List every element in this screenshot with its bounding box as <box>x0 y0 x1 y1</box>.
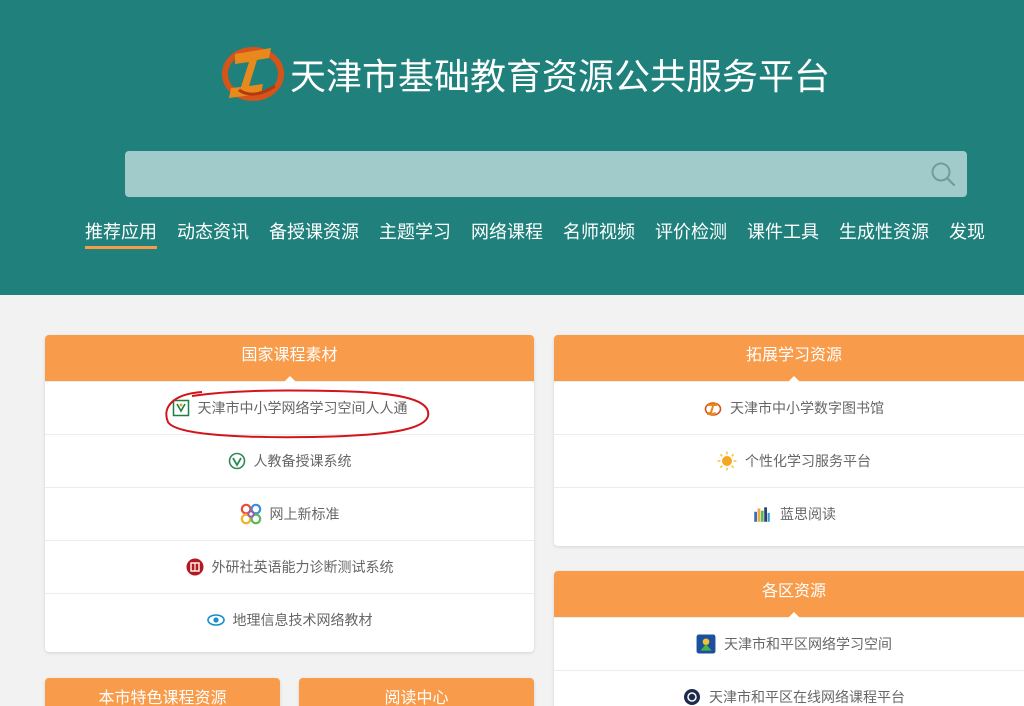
search-bar <box>125 151 967 197</box>
online-course-icon <box>684 689 700 705</box>
list-item-label: 地理信息技术网络教材 <box>232 613 373 629</box>
search-icon[interactable] <box>929 160 957 188</box>
logo-icon <box>222 47 284 101</box>
card-extended-resources: 拓展学习资源 天津市中小学数字图书馆 个性化学习服务平台 蓝思阅读 <box>554 335 1024 546</box>
nav-courseware-tools[interactable]: 课件工具 <box>747 218 819 244</box>
list-item-label: 个性化学习服务平台 <box>745 454 871 470</box>
list-item[interactable]: 网上新标准 <box>45 487 534 540</box>
space-icon <box>172 399 189 417</box>
pep-icon <box>228 452 245 470</box>
list-item[interactable]: 天津市中小学网络学习空间人人通 <box>45 381 534 434</box>
books-icon <box>754 507 770 522</box>
list-item-label: 网上新标准 <box>269 507 340 523</box>
search-input[interactable] <box>137 159 917 189</box>
nav-teacher-videos[interactable]: 名师视频 <box>563 218 635 244</box>
rings-icon <box>240 503 261 525</box>
nav-discover[interactable]: 发现 <box>949 218 985 244</box>
list-item[interactable]: 个性化学习服务平台 <box>554 434 1024 487</box>
nav-lesson-resources[interactable]: 备授课资源 <box>269 218 359 244</box>
nav-news[interactable]: 动态资讯 <box>177 218 249 244</box>
nav-theme-learning[interactable]: 主题学习 <box>379 218 451 244</box>
list-item-label: 蓝思阅读 <box>780 507 836 523</box>
list-item-label: 天津市和平区在线网络课程平台 <box>709 690 905 706</box>
list-item[interactable]: 天津市和平区在线网络课程平台 <box>554 670 1024 706</box>
card-national-materials: 国家课程素材 天津市中小学网络学习空间人人通 人教备授课系统 网上新标准 外研社… <box>45 335 534 652</box>
list-item[interactable]: 天津市中小学数字图书馆 <box>554 381 1024 434</box>
nav-assessment[interactable]: 评价检测 <box>655 218 727 244</box>
card-title: 各区资源 <box>554 571 1024 618</box>
nav-generated-resources[interactable]: 生成性资源 <box>839 218 929 244</box>
site-title: 天津市基础教育资源公共服务平台 <box>290 57 831 98</box>
site-header: 天津市基础教育资源公共服务平台 推荐应用 动态资讯 备授课资源 主题学习 网络课… <box>0 0 1024 295</box>
card-title: 阅读中心 <box>299 678 534 706</box>
heping-icon <box>696 634 716 654</box>
card-title: 国家课程素材 <box>45 335 534 382</box>
card-local-courses: 本市特色课程资源 <box>45 678 280 706</box>
nav-online-courses[interactable]: 网络课程 <box>471 218 543 244</box>
list-item[interactable]: 天津市和平区网络学习空间 <box>554 617 1024 670</box>
list-item[interactable]: 蓝思阅读 <box>554 487 1024 540</box>
list-item-label: 天津市中小学数字图书馆 <box>730 401 884 417</box>
fltrp-icon <box>186 558 203 576</box>
list-item[interactable]: 外研社英语能力诊断测试系统 <box>45 540 534 593</box>
card-title: 拓展学习资源 <box>554 335 1024 382</box>
list-item-label: 天津市和平区网络学习空间 <box>724 637 892 653</box>
card-reading-center: 阅读中心 <box>299 678 534 706</box>
list-item-label: 人教备授课系统 <box>253 454 352 470</box>
nav-recommended[interactable]: 推荐应用 <box>85 218 157 249</box>
list-item-label: 外研社英语能力诊断测试系统 <box>211 560 394 576</box>
eye-icon <box>206 614 225 626</box>
list-item[interactable]: 地理信息技术网络教材 <box>45 593 534 646</box>
sun-icon <box>717 451 737 471</box>
card-title: 本市特色课程资源 <box>45 678 280 706</box>
card-district-resources: 各区资源 天津市和平区网络学习空间 天津市和平区在线网络课程平台 <box>554 571 1024 706</box>
list-item[interactable]: 人教备授课系统 <box>45 434 534 487</box>
list-item-label: 天津市中小学网络学习空间人人通 <box>197 401 408 417</box>
library-icon <box>704 402 722 416</box>
